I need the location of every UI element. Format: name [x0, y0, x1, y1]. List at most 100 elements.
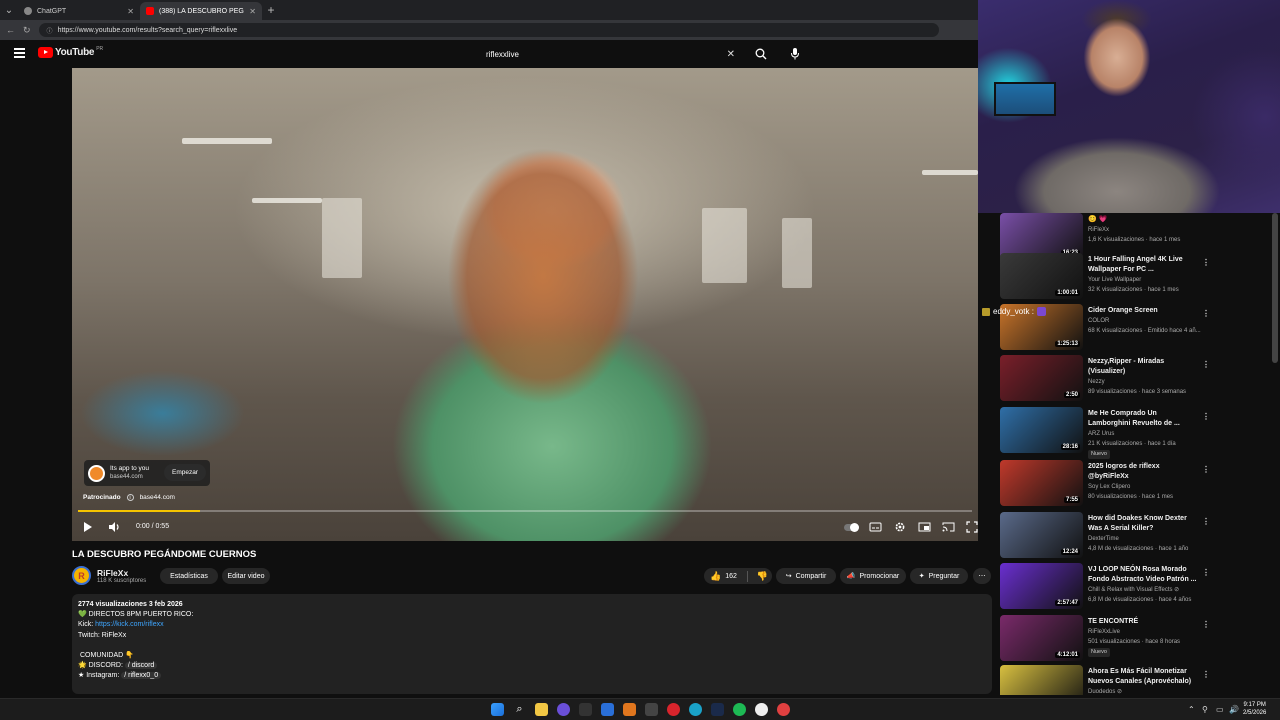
- autoplay-toggle-icon[interactable]: [843, 521, 860, 533]
- recommendation-channel[interactable]: Chill & Relax with Visual Effects ⊘: [1088, 585, 1208, 595]
- search-box[interactable]: riflexxlive ✕: [476, 46, 751, 62]
- recommendation-item[interactable]: 12:24 How did Doakes Know Dexter Was A Se…: [1000, 512, 1272, 558]
- recommendation-title[interactable]: 😊 💗: [1088, 215, 1198, 225]
- recommendation-channel[interactable]: Your Live Wallpaper: [1088, 275, 1208, 285]
- volume-tray-icon[interactable]: 🔊: [1229, 705, 1239, 714]
- ad-info-icon[interactable]: i: [126, 494, 134, 501]
- share-button[interactable]: ↪ Compartir: [776, 568, 836, 584]
- play-icon[interactable]: [84, 522, 92, 532]
- tray-chevron-icon[interactable]: ⌃: [1188, 705, 1195, 714]
- more-options-icon[interactable]: ⋮: [1202, 258, 1210, 267]
- recommendation-channel[interactable]: ARZ Urus: [1088, 429, 1208, 439]
- recommendation-item[interactable]: 2:57:47 VJ LOOP NEÓN Rosa Morado Fondo Ab…: [1000, 563, 1272, 609]
- video-thumbnail[interactable]: 4:12:01: [1000, 615, 1083, 661]
- recommendation-channel[interactable]: COLOR: [1088, 316, 1208, 326]
- kick-link[interactable]: https://kick.com/riflexx: [95, 621, 163, 628]
- app-icon[interactable]: [601, 703, 614, 716]
- recommendation-title[interactable]: Ahora Es Más Fácil Monetizar Nuevos Cana…: [1088, 667, 1198, 687]
- search-input[interactable]: riflexxlive: [476, 50, 727, 59]
- menu-hamburger-icon[interactable]: [14, 48, 25, 58]
- app-icon[interactable]: [755, 703, 768, 716]
- clear-search-icon[interactable]: ✕: [727, 49, 735, 60]
- windows-start-icon[interactable]: [491, 703, 504, 716]
- recommendation-channel[interactable]: Soy Lex Clipero: [1088, 482, 1208, 492]
- app-icon[interactable]: [623, 703, 636, 716]
- more-options-icon[interactable]: ⋮: [1202, 465, 1210, 474]
- app-icon[interactable]: [645, 703, 658, 716]
- settings-gear-icon[interactable]: [894, 521, 906, 533]
- more-actions-icon[interactable]: ⋯: [973, 568, 991, 584]
- file-explorer-icon[interactable]: [535, 703, 548, 716]
- microphone-icon[interactable]: [790, 47, 800, 60]
- recommendation-title[interactable]: Cider Orange Screen: [1088, 306, 1198, 316]
- more-options-icon[interactable]: ⋮: [1202, 360, 1210, 369]
- video-thumbnail[interactable]: 2:57:47: [1000, 563, 1083, 609]
- sponsored-domain[interactable]: base44.com: [140, 494, 175, 501]
- recommendation-title[interactable]: Nezzy,Ripper - Miradas (Visualizer): [1088, 357, 1198, 377]
- recommendation-item[interactable]: Ahora Es Más Fácil Monetizar Nuevos Cana…: [1000, 665, 1272, 695]
- more-options-icon[interactable]: ⋮: [1202, 412, 1210, 421]
- video-thumbnail[interactable]: 7:55: [1000, 460, 1083, 506]
- app-icon[interactable]: [711, 703, 724, 716]
- fullscreen-icon[interactable]: [966, 521, 978, 533]
- recommendation-channel[interactable]: Duodedos ⊘: [1088, 687, 1208, 695]
- subtitles-icon[interactable]: [869, 521, 882, 533]
- miniplayer-icon[interactable]: [918, 521, 931, 533]
- recommendation-title[interactable]: TE ENCONTRÉ: [1088, 617, 1198, 627]
- channel-avatar[interactable]: R: [72, 566, 91, 585]
- tab-youtube[interactable]: (388) LA DESCUBRO PEGÁNDOME CUERNOS ✕: [140, 2, 262, 20]
- site-info-icon[interactable]: ⓘ: [47, 26, 53, 35]
- video-thumbnail[interactable]: 2:50: [1000, 355, 1083, 401]
- more-options-icon[interactable]: ⋮: [1202, 620, 1210, 629]
- thumbs-down-icon[interactable]: 👎: [757, 571, 768, 582]
- sidebar-scrollbar[interactable]: [1272, 213, 1278, 363]
- url-field[interactable]: ⓘ https://www.youtube.com/results?search…: [38, 23, 939, 37]
- recommendation-channel[interactable]: Nezzy: [1088, 377, 1208, 387]
- search-icon[interactable]: [755, 48, 767, 60]
- recommendation-channel[interactable]: RiFleXx: [1088, 225, 1208, 235]
- promote-button[interactable]: 📣 Promocionar: [840, 568, 906, 584]
- close-tab-icon[interactable]: ✕: [249, 7, 256, 16]
- discord-icon[interactable]: [557, 703, 570, 716]
- volume-icon[interactable]: [108, 521, 121, 533]
- recommendation-item[interactable]: 2:50 Nezzy,Ripper - Miradas (Visualizer) N…: [1000, 355, 1272, 401]
- video-thumbnail[interactable]: [1000, 665, 1083, 695]
- video-thumbnail[interactable]: 12:24: [1000, 512, 1083, 558]
- recommendation-item[interactable]: 4:12:01 TE ENCONTRÉ RiFleXxLive 501 visuali…: [1000, 615, 1272, 661]
- like-count[interactable]: 162: [725, 573, 737, 580]
- search-icon[interactable]: ⌕: [513, 703, 526, 716]
- tab-list-chevron-icon[interactable]: ⌄: [0, 1, 18, 19]
- channel-name[interactable]: RiFleXx: [97, 568, 128, 578]
- recommendation-channel[interactable]: DexterTime: [1088, 534, 1208, 544]
- spotify-icon[interactable]: [733, 703, 746, 716]
- video-thumbnail[interactable]: 28:16: [1000, 407, 1083, 453]
- video-thumbnail[interactable]: 1:00:01: [1000, 253, 1083, 299]
- youtube-logo[interactable]: YouTube PR: [38, 46, 103, 58]
- more-options-icon[interactable]: ⋮: [1202, 568, 1210, 577]
- network-icon[interactable]: ▭: [1216, 705, 1224, 714]
- opera-icon[interactable]: [667, 703, 680, 716]
- edit-video-button[interactable]: Editar video: [222, 568, 270, 584]
- cast-icon[interactable]: [942, 521, 955, 533]
- recommendation-title[interactable]: How did Doakes Know Dexter Was A Serial …: [1088, 514, 1198, 534]
- recommendation-title[interactable]: Me He Comprado Un Lamborghini Revuelto d…: [1088, 409, 1198, 429]
- recommendation-item[interactable]: 7:55 2025 logros de riflexx @byRiFleXx Soy…: [1000, 460, 1272, 506]
- progress-bar[interactable]: [78, 510, 972, 512]
- thumbs-up-icon[interactable]: 👍: [710, 571, 721, 582]
- app-icon[interactable]: [579, 703, 592, 716]
- tab-chatgpt[interactable]: ChatGPT ✕: [18, 2, 140, 20]
- chrome-icon[interactable]: [777, 703, 790, 716]
- more-options-icon[interactable]: ⋮: [1202, 517, 1210, 526]
- new-tab-plus-icon[interactable]: +: [262, 1, 280, 19]
- recommendation-channel[interactable]: RiFleXxLive: [1088, 627, 1208, 637]
- description-box[interactable]: 2774 visualizaciones 3 feb 2026 💚 DIRECT…: [72, 594, 992, 694]
- tray-location-icon[interactable]: ⚲: [1202, 705, 1208, 714]
- discord-link[interactable]: / discord: [124, 662, 158, 670]
- instagram-link[interactable]: / riflexx0_0: [121, 672, 162, 680]
- stats-button[interactable]: Estadísticas: [160, 568, 218, 584]
- system-clock[interactable]: 9:17 PM 2/5/2026: [1243, 701, 1266, 717]
- more-options-icon[interactable]: ⋮: [1202, 309, 1210, 318]
- recommendation-item[interactable]: 28:16 Me He Comprado Un Lamborghini Revue…: [1000, 407, 1272, 459]
- back-arrow-icon[interactable]: ←: [6, 25, 15, 35]
- recommendation-title[interactable]: VJ LOOP NEÓN Rosa Morado Fondo Abstracto…: [1088, 565, 1198, 585]
